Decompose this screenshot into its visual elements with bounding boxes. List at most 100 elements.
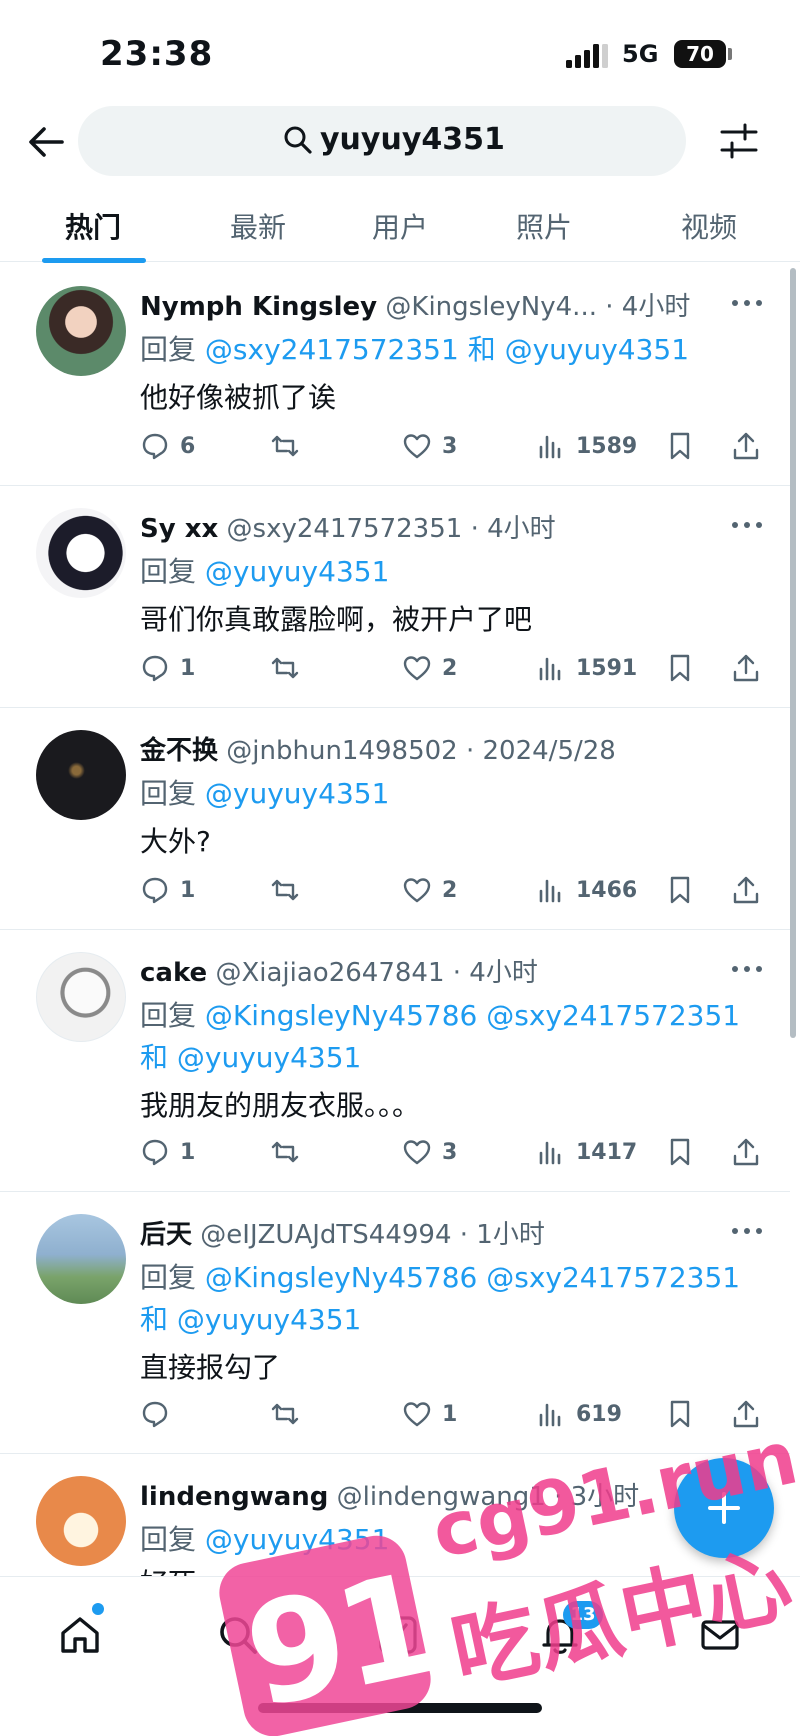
author-name[interactable]: lindengwang: [140, 1482, 328, 1512]
more-options-icon[interactable]: [730, 964, 764, 974]
like-button[interactable]: 3: [402, 1136, 457, 1168]
tab-people[interactable]: 用户: [345, 206, 455, 246]
author-name[interactable]: Nymph Kingsley: [140, 292, 377, 322]
reply-prefix: 回复: [140, 1523, 197, 1556]
share-icon[interactable]: [730, 874, 762, 906]
heart-icon: [403, 878, 431, 903]
more-options-icon[interactable]: [730, 520, 764, 530]
like-button[interactable]: 1: [402, 1398, 457, 1430]
avatar[interactable]: [36, 286, 126, 376]
reply-mentions-continued[interactable]: 和 @yuyuy4351: [140, 1036, 361, 1076]
author-name[interactable]: cake: [140, 958, 207, 988]
status-bar: 23:38 5G 70: [0, 0, 800, 100]
heart-icon: [403, 656, 431, 681]
author-handle[interactable]: @jnbhun1498502: [226, 736, 457, 766]
author-handle[interactable]: @sxy2417572351: [227, 514, 463, 544]
reply-to-line: 回复 @yuyuy4351: [140, 550, 389, 590]
bookmark-icon[interactable]: [664, 652, 696, 684]
like-count: 1: [442, 1401, 458, 1427]
tweet-item[interactable]: cake @Xiajiao2647841 · 4小时 回复 @KingsleyN…: [0, 930, 790, 1192]
active-tab-indicator: [42, 258, 146, 263]
tweet-item[interactable]: Sy xx @sxy2417572351 · 4小时 回复 @yuyuy4351…: [0, 486, 790, 708]
reply-mentions[interactable]: @sxy2417572351 和 @yuyuy4351: [205, 333, 689, 366]
views-button[interactable]: 1417: [536, 1136, 637, 1168]
tab-top[interactable]: 热门: [38, 206, 148, 246]
reply-icon: [142, 655, 168, 682]
avatar[interactable]: [36, 952, 126, 1042]
like-button[interactable]: 3: [402, 430, 457, 462]
views-button[interactable]: 619: [536, 1398, 622, 1430]
reply-button[interactable]: 1: [140, 652, 195, 684]
retweet-icon: [271, 879, 299, 901]
retweet-button[interactable]: [270, 874, 310, 906]
heart-icon: [403, 1402, 431, 1427]
views-button[interactable]: 1589: [536, 430, 637, 462]
feed-scrollbar[interactable]: [790, 268, 796, 1038]
retweet-button[interactable]: [270, 1136, 310, 1168]
reply-button[interactable]: [140, 1398, 180, 1430]
retweet-button[interactable]: [270, 1398, 310, 1430]
author-handle[interactable]: @Xiajiao2647841: [215, 958, 444, 988]
back-arrow-icon[interactable]: [26, 122, 66, 162]
reply-count: 6: [180, 433, 196, 459]
tweet-text: 我朋友的朋友衣服。。。: [140, 1089, 421, 1122]
reply-mentions[interactable]: @KingsleyNy45786 @sxy2417572351: [205, 1261, 740, 1294]
bookmark-icon[interactable]: [664, 1136, 696, 1168]
reply-button[interactable]: 6: [140, 430, 195, 462]
avatar[interactable]: [36, 730, 126, 820]
reply-mentions[interactable]: @yuyuy4351: [205, 777, 389, 810]
reply-icon: [142, 1401, 168, 1428]
retweet-icon: [271, 1403, 299, 1425]
share-icon[interactable]: [730, 1136, 762, 1168]
author-name[interactable]: Sy xx: [140, 514, 218, 544]
tweet-text: 大外?: [140, 825, 211, 858]
view-count: 1417: [576, 1139, 638, 1165]
avatar[interactable]: [36, 1214, 126, 1304]
retweet-icon: [271, 1141, 299, 1163]
tab-photos[interactable]: 照片: [489, 206, 599, 246]
tab-videos[interactable]: 视频: [654, 206, 764, 246]
home-icon[interactable]: [58, 1613, 102, 1657]
search-tabs: 热门 最新 用户 照片 视频: [0, 196, 800, 263]
like-count: 2: [442, 877, 458, 903]
tab-latest[interactable]: 最新: [203, 206, 313, 246]
reply-mentions[interactable]: @yuyuy4351: [205, 555, 389, 588]
tweet-text: 直接报勾了: [140, 1351, 281, 1384]
search-query-text[interactable]: yuyuy4351: [320, 122, 505, 157]
bookmark-icon[interactable]: [664, 1398, 696, 1430]
author-name[interactable]: 后天: [140, 1220, 192, 1250]
like-button[interactable]: 2: [402, 874, 457, 906]
like-button[interactable]: 2: [402, 652, 457, 684]
reply-count: 1: [180, 655, 196, 681]
tweet-item[interactable]: Nymph Kingsley @KingsleyNy4... · 4小时 回复 …: [0, 264, 790, 486]
reply-mentions-continued[interactable]: 和 @yuyuy4351: [140, 1298, 361, 1338]
tweet-item[interactable]: 金不换 @jnbhun1498502 · 2024/5/28 回复 @yuyuy…: [0, 708, 790, 930]
filter-settings-icon[interactable]: [718, 120, 760, 162]
share-icon[interactable]: [730, 652, 762, 684]
tweet-time: · 2024/5/28: [465, 736, 616, 766]
reply-prefix: 回复: [140, 1261, 197, 1294]
author-handle[interactable]: @KingsleyNy4...: [385, 292, 597, 322]
home-notification-dot: [92, 1603, 104, 1615]
views-chart-icon: [539, 435, 561, 459]
avatar[interactable]: [36, 508, 126, 598]
more-options-icon[interactable]: [730, 1226, 764, 1236]
views-button[interactable]: 1591: [536, 652, 637, 684]
tweet-item[interactable]: 后天 @eIJZUAJdTS44994 · 1小时 回复 @KingsleyNy…: [0, 1192, 790, 1454]
reply-mentions[interactable]: @KingsleyNy45786 @sxy2417572351: [205, 999, 740, 1032]
reply-button[interactable]: 1: [140, 874, 195, 906]
share-icon[interactable]: [730, 430, 762, 462]
bookmark-icon[interactable]: [664, 430, 696, 462]
avatar[interactable]: [36, 1476, 126, 1566]
author-handle[interactable]: @eIJZUAJdTS44994: [200, 1220, 451, 1250]
tweet-header: 金不换 @jnbhun1498502 · 2024/5/28: [140, 730, 616, 767]
retweet-button[interactable]: [270, 430, 310, 462]
views-button[interactable]: 1466: [536, 874, 637, 906]
reply-to-line: 回复 @KingsleyNy45786 @sxy2417572351: [140, 994, 740, 1034]
retweet-button[interactable]: [270, 652, 310, 684]
reply-button[interactable]: 1: [140, 1136, 195, 1168]
bookmark-icon[interactable]: [664, 874, 696, 906]
author-name[interactable]: 金不换: [140, 736, 218, 766]
view-count: 1466: [576, 877, 638, 903]
more-options-icon[interactable]: [730, 298, 764, 308]
